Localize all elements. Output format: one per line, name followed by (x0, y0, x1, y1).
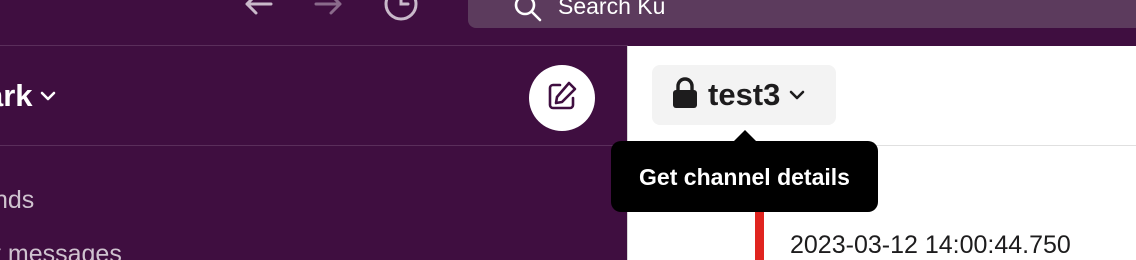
slack-window: Search Ku ark nds t messages (0, 0, 1136, 260)
lock-icon (672, 76, 698, 114)
sidebar-item-threads[interactable]: nds (0, 182, 34, 218)
workspace-switcher[interactable]: ark (0, 74, 57, 118)
arrow-right-icon[interactable] (311, 0, 347, 22)
clock-icon[interactable] (383, 0, 419, 22)
sidebar: ark nds t messages (0, 46, 628, 260)
search-icon (514, 0, 542, 27)
tooltip: Get channel details (611, 141, 878, 212)
divider (0, 145, 628, 146)
chevron-down-icon (788, 89, 806, 101)
compose-button[interactable] (529, 65, 595, 131)
compose-icon (545, 79, 579, 118)
chevron-down-icon (39, 90, 57, 102)
sidebar-item-direct-messages[interactable]: t messages (0, 236, 122, 260)
arrow-left-icon[interactable] (240, 0, 276, 22)
top-bar: Search Ku (0, 0, 1136, 46)
message-accent-bar (755, 212, 764, 260)
channel-name: test3 (708, 77, 781, 112)
message-timestamp: 2023-03-12 14:00:44.750 (790, 231, 1071, 259)
workspace-name: ark (0, 78, 33, 113)
tooltip-text: Get channel details (639, 163, 850, 190)
channel-details-button[interactable]: test3 (652, 65, 836, 125)
search-placeholder: Search Ku (558, 0, 666, 19)
